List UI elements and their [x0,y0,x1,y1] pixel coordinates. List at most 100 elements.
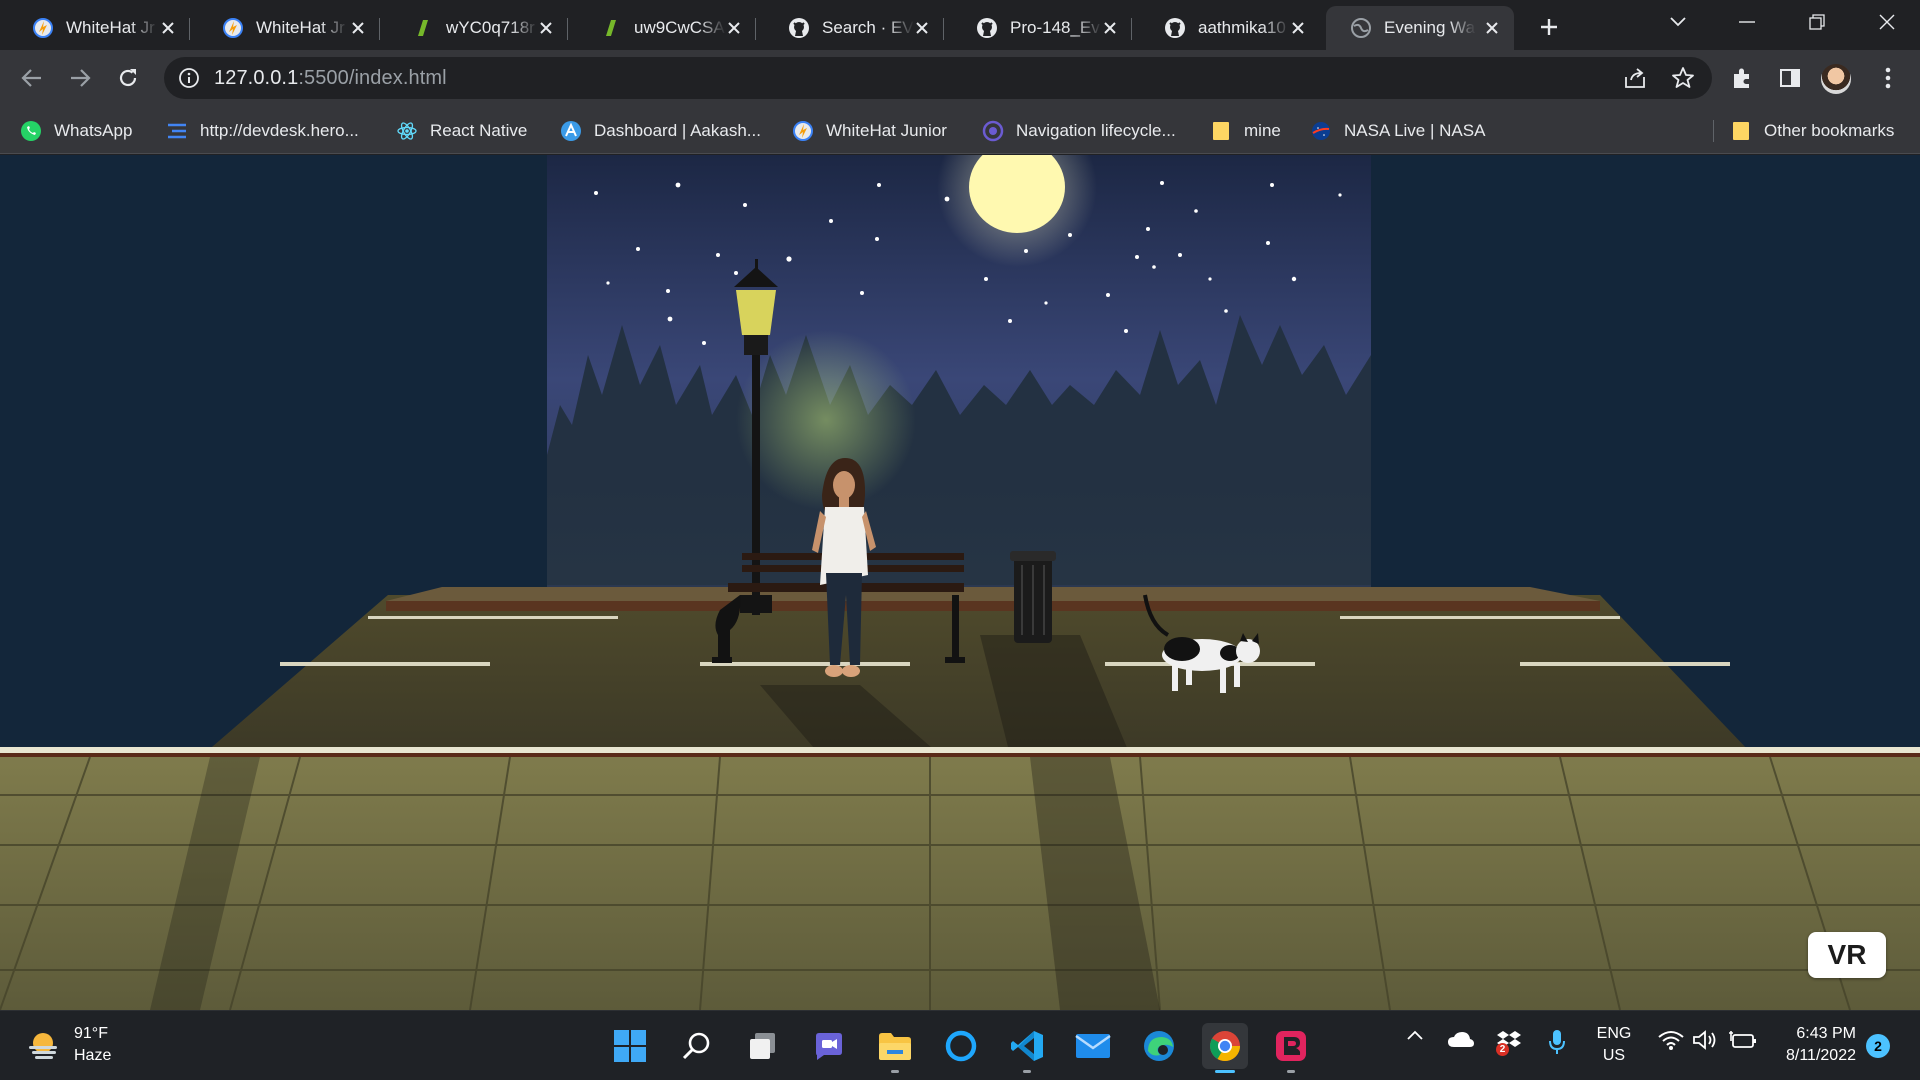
clock[interactable]: 6:43 PM 8/11/2022 [1772,1023,1856,1067]
teams-chat-button[interactable] [806,1023,852,1069]
bookmark-label: Navigation lifecycle... [1016,121,1176,140]
bookmark-label: NASA Live | NASA [1344,121,1486,140]
tab-evening-walk[interactable]: Evening Wa [1326,6,1514,50]
input-language-indicator[interactable]: ENG US [1592,1023,1636,1067]
tab-github-aathmika[interactable]: aathmika10 [1132,6,1320,50]
enter-vr-button[interactable]: VR [1808,932,1886,978]
url-host: 127.0.0.1 [214,67,299,89]
new-tab-button[interactable] [1532,10,1566,44]
tab-title: Search · EVI [822,18,914,37]
tab-whitehat-2[interactable]: WhiteHat Jr [190,6,380,50]
folder-icon [879,1033,911,1060]
close-window-button[interactable] [1852,0,1920,44]
list-icon [166,120,188,142]
tab-title: Evening Wa [1384,18,1476,37]
dropbox-tray-icon[interactable]: 2 [1494,1029,1524,1056]
bookmark-navigation[interactable]: Navigation lifecycle... [982,118,1176,144]
task-view-button[interactable] [740,1023,786,1069]
cloud-icon [1448,1032,1474,1047]
bookmark-react-native[interactable]: React Native [396,118,527,144]
tab-github-pro148[interactable]: Pro-148_Ev [944,6,1132,50]
forward-button[interactable] [62,60,98,96]
url-text[interactable]: 127.0.0.1:5500/index.html [214,67,447,90]
restore-button[interactable] [1782,0,1852,44]
react-icon [396,120,418,142]
cortana-icon [945,1030,977,1062]
bookmark-whitehat-junior[interactable]: WhiteHat Junior [792,118,947,144]
github-icon [788,17,810,39]
mail-icon [1075,1034,1111,1058]
notification-badge[interactable]: 2 [1866,1034,1890,1058]
battery-tray-icon[interactable] [1728,1029,1758,1051]
close-icon[interactable] [724,18,744,38]
close-icon[interactable] [1100,18,1120,38]
onedrive-tray-icon[interactable] [1446,1029,1476,1049]
profile-avatar[interactable] [1821,64,1851,94]
tab-codepen-2[interactable]: uw9CwCSA [568,6,756,50]
tab-search-button[interactable] [1645,0,1711,44]
start-button[interactable] [607,1023,653,1069]
tab-github-search[interactable]: Search · EVI [756,6,944,50]
url-path: :5500/index.html [298,67,447,89]
search-button[interactable] [674,1023,720,1069]
far-ledge-edge [386,601,1600,611]
speaker-icon [1693,1030,1716,1050]
show-hidden-icons-button[interactable] [1402,1029,1428,1041]
microphone-tray-icon[interactable] [1542,1029,1572,1055]
bookmark-label: WhatsApp [54,121,133,140]
bookmark-whatsapp[interactable]: WhatsApp [20,118,132,144]
tab-title: Pro-148_Ev [1010,18,1100,37]
lang-line2: US [1602,1047,1626,1064]
mail-button[interactable] [1070,1023,1116,1069]
wifi-tray-icon[interactable] [1656,1029,1686,1051]
close-icon[interactable] [536,18,556,38]
side-panel-button[interactable] [1772,60,1808,96]
evening-walk-scene[interactable] [0,155,1920,1010]
close-icon[interactable] [1288,18,1308,38]
bookmark-folder-mine[interactable]: mine [1210,118,1281,144]
back-button[interactable] [14,60,50,96]
arrow-right-icon [71,69,91,87]
bookmark-label: http://devdesk.hero... [200,121,359,140]
bookmark-other[interactable]: Other bookmarks [1730,118,1894,144]
app-icon [1276,1031,1306,1061]
chevron-down-icon [1670,17,1686,27]
running-indicator [1287,1070,1295,1073]
bookmark-nasa[interactable]: NASA Live | NASA [1310,118,1485,144]
tab-whitehat-1[interactable]: WhiteHat Jr [0,6,190,50]
menu-button[interactable] [1870,60,1906,96]
edge-button[interactable] [1136,1023,1182,1069]
tab-codepen-1[interactable]: wYC0q718r [380,6,568,50]
volume-tray-icon[interactable] [1690,1029,1720,1051]
bookmarks-bar: WhatsApp http://devdesk.hero... React Na… [0,106,1920,154]
near-rail-edge [0,753,1920,757]
trash-bin [1010,551,1056,643]
whitehat-icon [792,120,814,142]
share-icon[interactable] [1622,65,1648,91]
tab-title: WhiteHat Jr [256,18,345,37]
minimize-button[interactable] [1712,0,1782,44]
whatsapp-icon [20,120,42,142]
globe-icon [1350,17,1372,39]
info-icon[interactable] [178,67,200,94]
close-icon[interactable] [158,18,178,38]
file-explorer-button[interactable] [872,1023,918,1073]
app-pink-button[interactable] [1268,1023,1314,1073]
weather-widget[interactable]: 91°F Haze [26,1023,111,1067]
close-icon[interactable] [1482,18,1502,38]
plus-icon [1541,19,1557,35]
web-content[interactable]: VR [0,155,1920,1010]
cortana-button[interactable] [938,1023,984,1069]
close-icon[interactable] [912,18,932,38]
chrome-button[interactable] [1202,1023,1248,1073]
close-icon[interactable] [348,18,368,38]
reload-button[interactable] [110,60,146,96]
vscode-button[interactable] [1004,1023,1050,1073]
bookmark-devdesk[interactable]: http://devdesk.hero... [166,118,359,144]
clock-time: 6:43 PM [1796,1025,1856,1042]
address-bar[interactable]: 127.0.0.1:5500/index.html [164,57,1712,99]
bookmarks-separator [1713,120,1714,142]
bookmark-dashboard[interactable]: Dashboard | Aakash... [560,118,761,144]
star-icon[interactable] [1670,65,1696,91]
extensions-button[interactable] [1724,60,1760,96]
